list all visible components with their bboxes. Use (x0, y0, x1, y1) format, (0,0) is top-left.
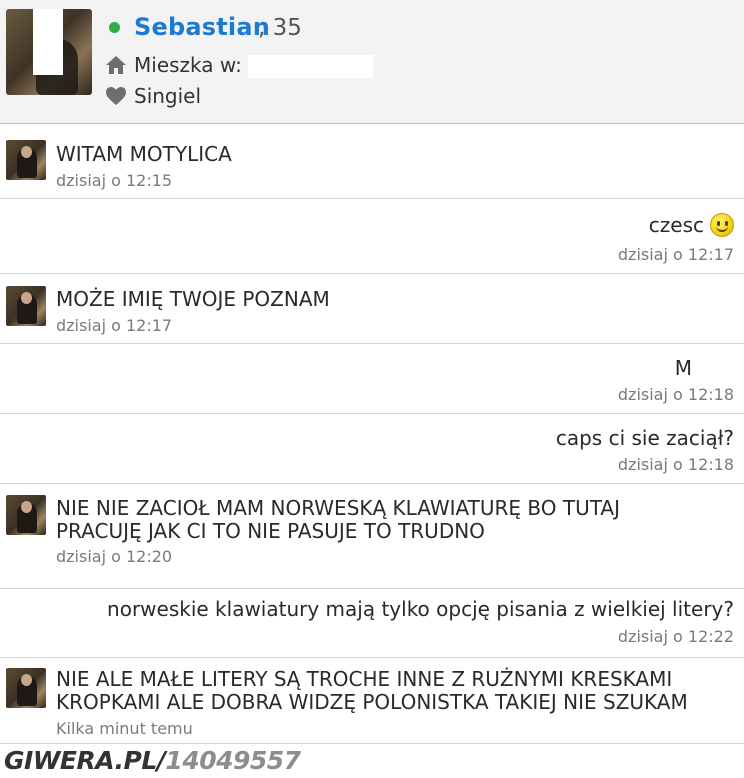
message-text: NIE ALE MAŁE LITERY SĄ TROCHE INNE Z RUŻ… (56, 667, 688, 714)
profile-header: Sebastian , 35 Mieszka w: Singiel (0, 0, 744, 124)
message-text: norweskie klawiatury mają tylko opcję pi… (107, 597, 734, 621)
city-redaction (248, 55, 373, 78)
sender-avatar[interactable] (6, 668, 46, 708)
message-row: czesc dzisiaj o 12:17 (0, 199, 744, 274)
message-row: NIE NIE ZACIOŁ MAM NORWESKĄ KLAWIATURĘ B… (0, 484, 744, 589)
message-text: M (674, 356, 692, 380)
profile-age: , 35 (258, 15, 302, 41)
message-time: dzisiaj o 12:22 (617, 627, 734, 646)
profile-city-row: Mieszka w: (104, 52, 242, 78)
message-text: WITAM MOTYLICA (56, 142, 232, 166)
message-row: M dzisiaj o 12:18 (0, 344, 744, 414)
profile-relationship-row: Singiel (104, 83, 201, 109)
watermark-site: GIWERA.PL/ (4, 746, 166, 775)
message-text-wrap: czesc (649, 213, 734, 237)
message-time: dzisiaj o 12:15 (56, 171, 173, 190)
message-time: dzisiaj o 12:17 (56, 316, 173, 335)
profile-avatar[interactable] (6, 9, 92, 95)
sender-avatar[interactable] (6, 286, 46, 326)
message-time: dzisiaj o 12:18 (617, 455, 734, 474)
sender-avatar[interactable] (6, 495, 46, 535)
watermark-id: 14049557 (165, 746, 301, 775)
message-row: WITAM MOTYLICA dzisiaj o 12:15 (0, 125, 744, 199)
site-watermark: GIWERA.PL/14049557 (4, 746, 301, 775)
message-text: MOŻE IMIĘ TWOJE POZNAM (56, 287, 330, 311)
profile-name[interactable]: Sebastian (134, 13, 270, 41)
online-status-dot (109, 22, 120, 33)
home-icon (104, 54, 128, 76)
message-text: NIE NIE ZACIOŁ MAM NORWESKĄ KLAWIATURĘ B… (56, 496, 620, 543)
message-time: dzisiaj o 12:18 (617, 385, 734, 404)
heart-icon (104, 85, 128, 107)
message-row: MOŻE IMIĘ TWOJE POZNAM dzisiaj o 12:17 (0, 274, 744, 344)
avatar-censor-bar (33, 9, 63, 75)
smiley-icon (710, 213, 734, 237)
sender-avatar[interactable] (6, 140, 46, 180)
profile-relationship: Singiel (134, 84, 202, 108)
message-time: Kilka minut temu (56, 719, 193, 738)
profile-city-label: Mieszka w: (134, 53, 242, 77)
message-row: caps ci sie zaciął? dzisiaj o 12:18 (0, 414, 744, 484)
message-text: czesc (648, 213, 704, 237)
message-time: dzisiaj o 12:20 (56, 547, 173, 566)
message-text: caps ci sie zaciął? (555, 426, 734, 450)
message-row: norweskie klawiatury mają tylko opcję pi… (0, 589, 744, 658)
message-row: NIE ALE MAŁE LITERY SĄ TROCHE INNE Z RUŻ… (0, 658, 744, 744)
message-time: dzisiaj o 12:17 (617, 245, 734, 264)
